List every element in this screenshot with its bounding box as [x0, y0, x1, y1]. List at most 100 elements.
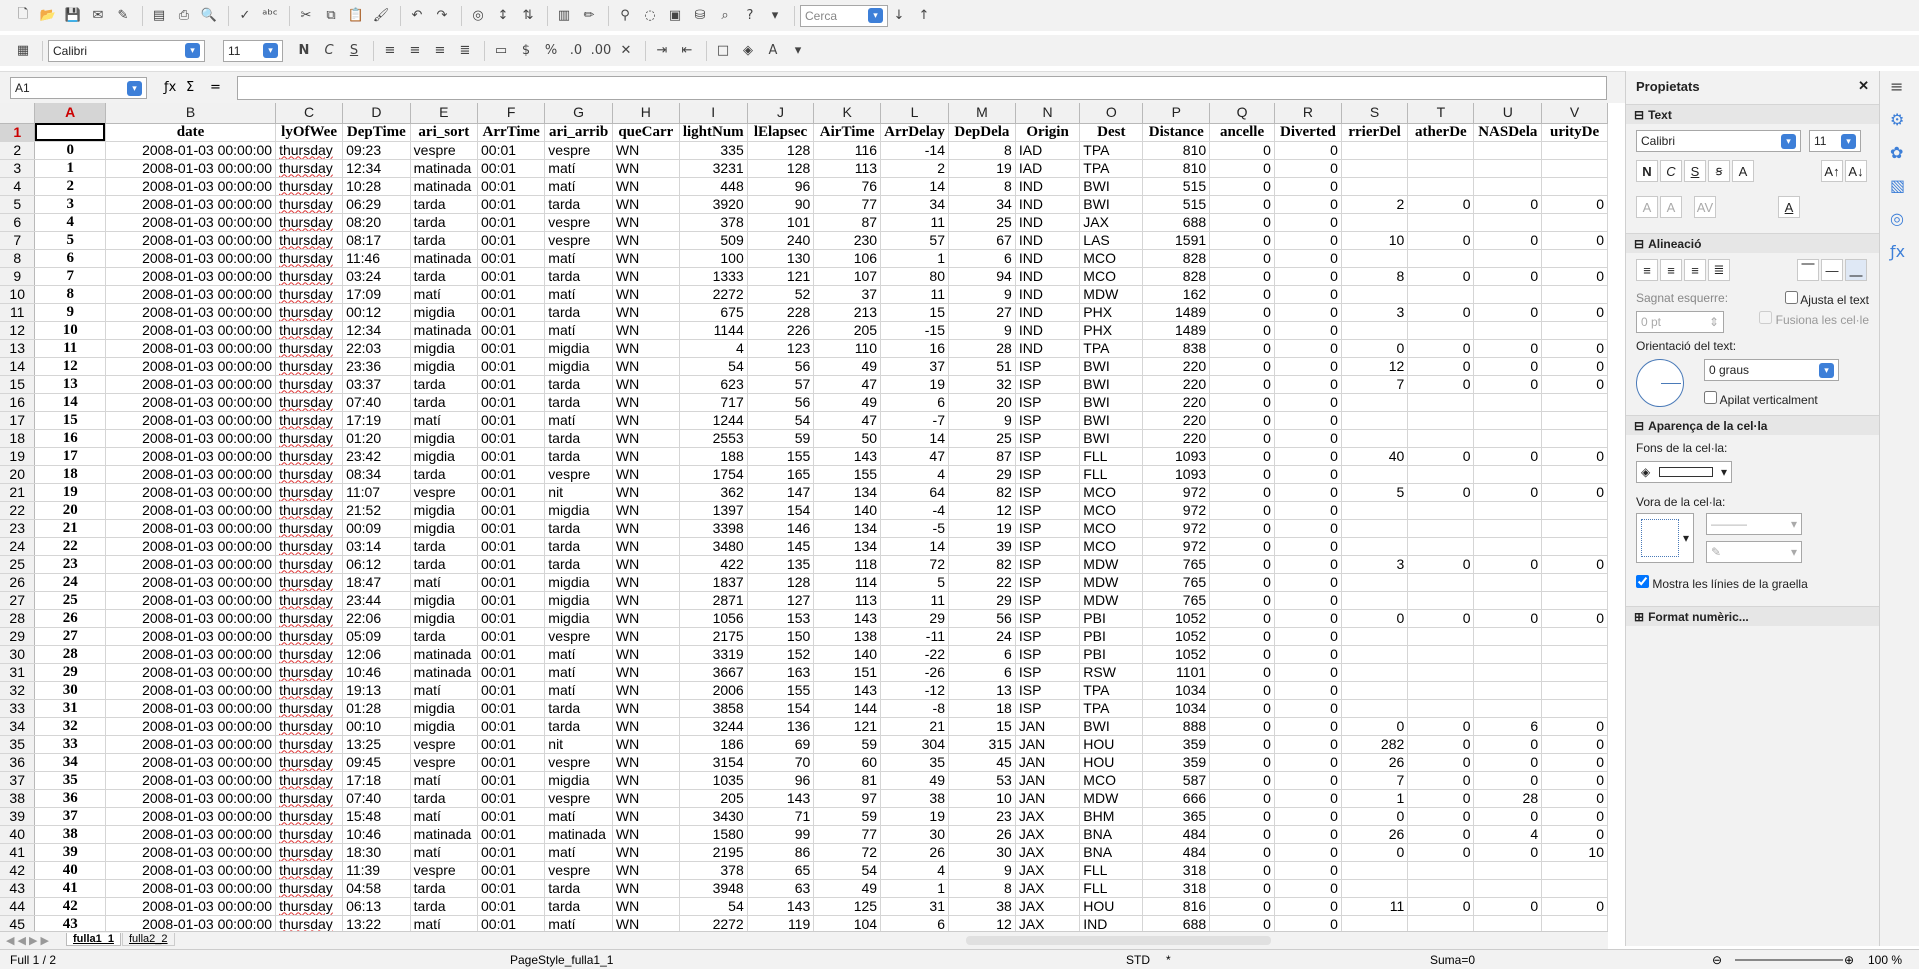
- table-cell[interactable]: 47: [813, 375, 882, 394]
- table-cell[interactable]: 9: [948, 321, 1016, 340]
- table-cell[interactable]: 0: [1407, 483, 1475, 502]
- table-cell[interactable]: MCO: [1079, 267, 1144, 286]
- table-cell[interactable]: 0: [1341, 339, 1409, 358]
- deck-navigator-icon[interactable]: ◎: [1890, 209, 1909, 228]
- table-cell[interactable]: 00:01: [477, 357, 546, 376]
- row-header[interactable]: 33: [0, 699, 36, 718]
- collapse-icon[interactable]: ⊟: [1634, 419, 1644, 433]
- table-cell[interactable]: WN: [612, 645, 680, 664]
- table-cell[interactable]: BWI: [1079, 357, 1144, 376]
- table-cell[interactable]: 00:01: [477, 285, 546, 304]
- table-cell[interactable]: 99: [747, 825, 815, 844]
- table-cell[interactable]: 0: [1274, 807, 1342, 826]
- table-cell[interactable]: 4: [34, 213, 106, 232]
- table-cell[interactable]: ISP: [1015, 591, 1081, 610]
- table-cell[interactable]: ISP: [1015, 537, 1081, 556]
- table-cell[interactable]: 22: [948, 573, 1016, 592]
- table-cell[interactable]: FLL: [1079, 465, 1144, 484]
- table-cell[interactable]: -8: [880, 699, 949, 718]
- table-cell[interactable]: 00:10: [342, 717, 411, 736]
- table-cell[interactable]: 49: [813, 879, 882, 898]
- table-cell[interactable]: 134: [813, 519, 882, 538]
- table-cell[interactable]: 8: [948, 879, 1016, 898]
- table-cell[interactable]: 0: [1274, 789, 1342, 808]
- zoom-in-icon[interactable]: ⊕: [1844, 953, 1854, 967]
- table-cell[interactable]: JAN: [1015, 753, 1081, 772]
- table-cell[interactable]: 2008-01-03 00:00:00: [105, 663, 277, 682]
- print-preview-icon[interactable]: 🔍: [198, 5, 220, 27]
- table-cell[interactable]: ISP: [1015, 681, 1081, 700]
- zoom-icon[interactable]: ⌕: [714, 5, 736, 27]
- sidebar-align-left-icon[interactable]: ≡: [1636, 259, 1658, 281]
- table-cell[interactable]: 0: [1407, 771, 1475, 790]
- table-cell[interactable]: 21:52: [342, 501, 411, 520]
- table-cell[interactable]: 0: [1541, 447, 1608, 466]
- table-cell[interactable]: JAN: [1015, 717, 1081, 736]
- align-right-icon[interactable]: ≡: [429, 40, 451, 62]
- table-cell[interactable]: 0: [1209, 537, 1275, 556]
- chart-icon[interactable]: ▥: [553, 5, 575, 27]
- table-cell[interactable]: 21: [880, 717, 949, 736]
- table-cell[interactable]: thursday: [275, 807, 344, 826]
- print-icon[interactable]: ⎙: [173, 5, 195, 27]
- table-cell[interactable]: 1034: [1142, 699, 1211, 718]
- table-cell[interactable]: [1341, 573, 1409, 592]
- table-cell[interactable]: ISP: [1015, 357, 1081, 376]
- table-cell[interactable]: 2008-01-03 00:00:00: [105, 609, 277, 628]
- table-cell[interactable]: 2008-01-03 00:00:00: [105, 429, 277, 448]
- row-header[interactable]: 43: [0, 879, 36, 898]
- table-cell[interactable]: 65: [747, 861, 815, 880]
- table-cell[interactable]: [1473, 537, 1543, 556]
- copy-icon[interactable]: ⧉: [320, 5, 342, 27]
- table-cell[interactable]: WN: [612, 465, 680, 484]
- row-header[interactable]: 38: [0, 789, 36, 808]
- table-cell[interactable]: vespre: [544, 465, 613, 484]
- table-cell[interactable]: 57: [747, 375, 815, 394]
- table-cell[interactable]: 8: [34, 285, 106, 304]
- table-cell[interactable]: 0: [1274, 537, 1342, 556]
- italic-icon[interactable]: C: [318, 40, 340, 62]
- table-cell[interactable]: [1407, 519, 1475, 538]
- table-cell[interactable]: 00:01: [477, 843, 546, 862]
- table-cell[interactable]: WN: [612, 195, 680, 214]
- table-cell[interactable]: 1489: [1142, 303, 1211, 322]
- table-cell[interactable]: 2008-01-03 00:00:00: [105, 339, 277, 358]
- table-cell[interactable]: matinada: [544, 825, 613, 844]
- table-cell[interactable]: 123: [747, 339, 815, 358]
- table-cell[interactable]: [1541, 177, 1608, 196]
- table-cell[interactable]: 0: [1473, 357, 1543, 376]
- table-cell[interactable]: 362: [679, 483, 748, 502]
- table-cell[interactable]: 2008-01-03 00:00:00: [105, 393, 277, 412]
- table-cell[interactable]: 0: [1274, 465, 1342, 484]
- draw-icon[interactable]: ✏: [578, 5, 600, 27]
- table-cell[interactable]: 0: [1541, 357, 1608, 376]
- table-cell[interactable]: 10: [1541, 843, 1608, 862]
- table-cell[interactable]: 40: [34, 861, 106, 880]
- table-cell[interactable]: 0: [1274, 429, 1342, 448]
- deck-functions-icon[interactable]: ƒx: [1890, 242, 1909, 261]
- table-cell[interactable]: 163: [747, 663, 815, 682]
- table-cell[interactable]: 2: [880, 159, 949, 178]
- table-cell[interactable]: 3: [34, 195, 106, 214]
- table-cell[interactable]: 4: [679, 339, 748, 358]
- table-cell[interactable]: WN: [612, 807, 680, 826]
- table-cell[interactable]: [1407, 699, 1475, 718]
- find-next-icon[interactable]: ↓: [888, 5, 910, 27]
- table-cell[interactable]: -7: [880, 411, 949, 430]
- row-header[interactable]: 35: [0, 735, 36, 754]
- wrap-text-checkbox[interactable]: [1784, 291, 1798, 304]
- table-cell[interactable]: 0: [34, 141, 106, 160]
- table-cell[interactable]: [1407, 861, 1475, 880]
- table-cell[interactable]: 41: [34, 879, 106, 898]
- table-cell[interactable]: 54: [679, 357, 748, 376]
- table-cell[interactable]: 80: [880, 267, 949, 286]
- column-title-cell[interactable]: rrierDel: [1341, 123, 1409, 142]
- table-cell[interactable]: thursday: [275, 537, 344, 556]
- table-cell[interactable]: tarda: [544, 519, 613, 538]
- table-cell[interactable]: 2: [34, 177, 106, 196]
- table-cell[interactable]: 34: [948, 195, 1016, 214]
- border-color-button[interactable]: ✎ ▾: [1706, 541, 1802, 563]
- table-cell[interactable]: tarda: [410, 213, 479, 232]
- table-cell[interactable]: 972: [1142, 483, 1211, 502]
- table-cell[interactable]: tarda: [410, 789, 479, 808]
